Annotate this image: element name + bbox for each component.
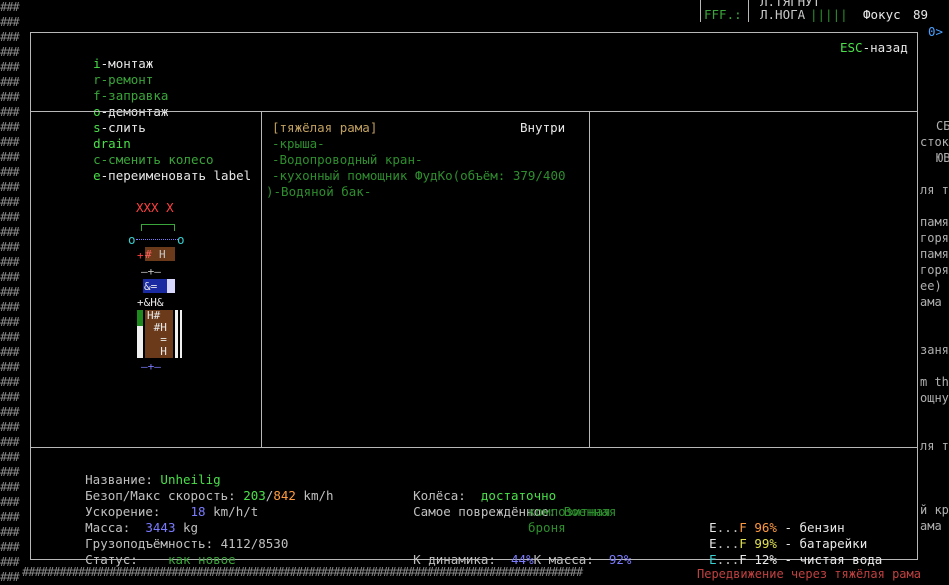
part-seat-glyph: &=	[144, 280, 158, 293]
parts-location: Внутри	[520, 120, 566, 135]
hotkey-repair[interactable]: r-ремонт	[93, 72, 153, 87]
frag-9: ама	[920, 295, 942, 309]
frag-4: памя	[920, 215, 949, 229]
wheel-left-top: o	[128, 232, 136, 247]
vehicle-roof-line	[141, 224, 175, 231]
frag-6: памя	[920, 247, 949, 261]
parts-item[interactable]: )-Водяной бак-	[266, 184, 371, 200]
focus-label: Фокус	[863, 7, 901, 22]
frag-13: ля т	[920, 439, 949, 453]
frag-12: ощну	[920, 391, 949, 405]
map-edge-left: ### ### ### ### ### ### ### ### ### ### …	[0, 0, 20, 584]
parts-item[interactable]: -Водопроводный кран-	[272, 152, 423, 168]
vehicle-row-bottom: —+—	[141, 360, 161, 373]
right-fragments: СБ сток ЮВ ля т памя горя памя горя ее) …	[920, 118, 949, 538]
stats-panel: Название: Unheilig Безоп/Макс скорость: …	[31, 448, 917, 567]
part-body-glyphs: H# #H = H	[147, 309, 167, 358]
frag-0: СБ	[936, 119, 949, 133]
parts-item[interactable]: -крыша-	[272, 136, 325, 152]
frag-10: заня	[920, 343, 949, 357]
prompt: 0>	[928, 24, 944, 39]
frag-8: ее)	[920, 279, 942, 293]
divider-2	[700, 0, 701, 22]
hotkey-install[interactable]: i-монтаж	[93, 56, 153, 71]
hotkey-back[interactable]: ESC-назад	[840, 40, 908, 56]
parts-panel: [тяжёлая рама] Внутри -крыша- -Водопрово…	[262, 112, 589, 447]
parts-item[interactable]: -кухонный помощник ФудКо(объём: 379/400	[272, 168, 566, 184]
stat-damaged-3: броня	[528, 520, 566, 535]
frag-3: ля т	[920, 183, 949, 197]
parts-header[interactable]: [тяжёлая рама]	[272, 120, 377, 136]
part-wheel-right-2	[180, 310, 182, 358]
focus-value: 89	[913, 7, 929, 22]
frag-15: ама	[920, 519, 942, 533]
frag-5: горя	[920, 231, 949, 245]
part-engine-glyph-2: H	[159, 248, 166, 261]
limb-leg-bars: |||||	[810, 7, 848, 22]
hotkey-refill[interactable]: f-заправка	[93, 88, 168, 103]
frag-1: сток	[920, 135, 949, 149]
vehicle-window: i-монтаж r-ремонт f-заправка o-демонтаж …	[30, 32, 918, 567]
separator-v2	[589, 111, 590, 447]
vehicle-row-2: —+—	[141, 265, 161, 278]
limb-fff: FFF.:	[704, 7, 742, 22]
vehicle-row-1: +	[137, 249, 144, 262]
vehicle-top-mark: XXX X	[136, 200, 174, 215]
part-engine-glyph: #	[145, 248, 152, 261]
part-wheel-left	[137, 326, 143, 358]
status-top-right: Л.ТЯГНУТ FFF.: Л.НОГА ||||| Фокус 89	[700, 0, 949, 24]
part-seat-accent	[167, 279, 175, 293]
divider-1	[748, 0, 749, 22]
stat-damaged-2: композитная	[528, 504, 611, 519]
frag-11: m th	[920, 375, 949, 389]
vehicle-preview: XXX X o o + # H —+— &= +&H& H# #H = H —+…	[31, 112, 261, 447]
part-wheel-right	[175, 310, 178, 358]
frag-7: горя	[920, 263, 949, 277]
frag-2: ЮВ	[936, 151, 949, 165]
part-armor-left	[137, 310, 143, 326]
frag-14: й кр	[920, 503, 949, 517]
axle-top	[136, 239, 178, 241]
limb-leg: Л.НОГА	[760, 7, 806, 22]
wheel-right-top: o	[177, 232, 185, 247]
